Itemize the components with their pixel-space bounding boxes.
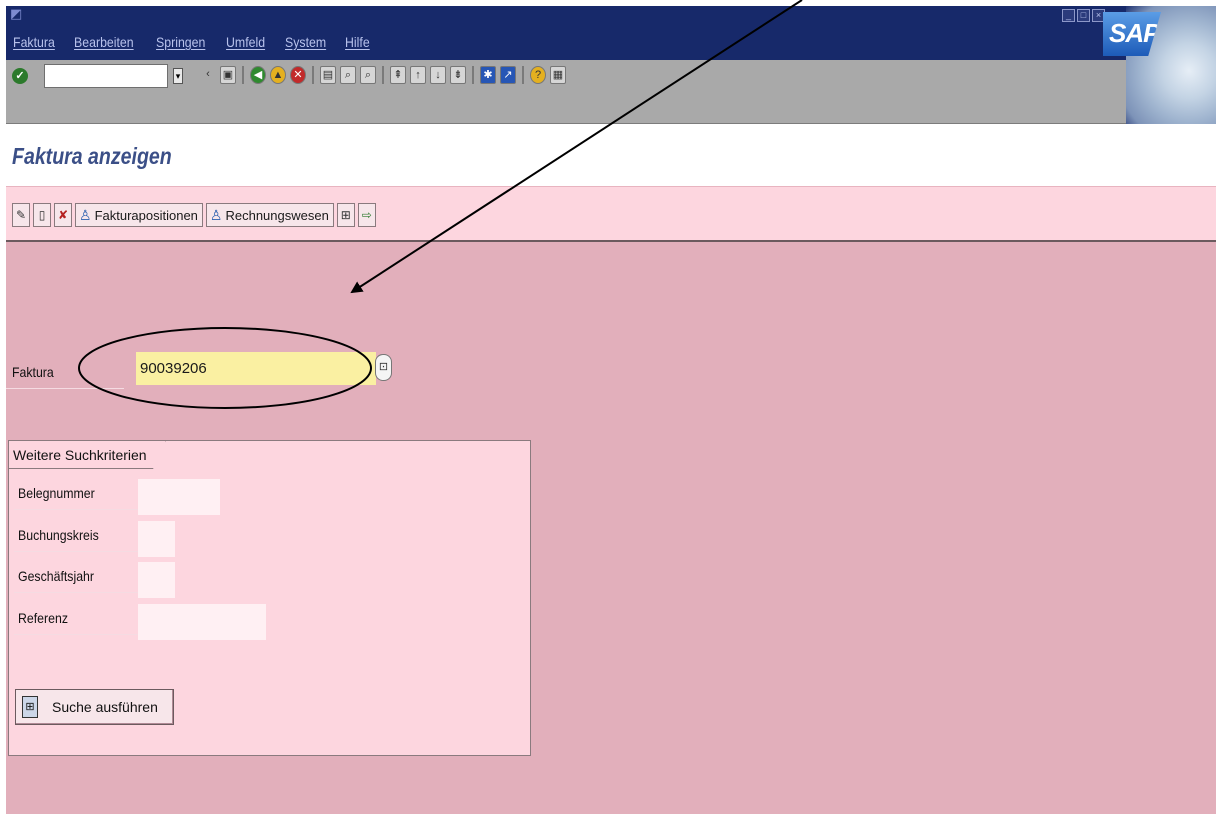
separator — [312, 66, 314, 84]
save-icon[interactable]: ▣ — [220, 66, 236, 84]
layout-menu-icon[interactable]: ▦ — [550, 66, 566, 84]
label-underline — [14, 551, 138, 552]
geschaeftsjahr-row: Geschäftsjahr — [14, 562, 334, 598]
menu-item-bearbeiten[interactable]: Bearbeiten — [67, 34, 139, 50]
cancel-icon[interactable]: ✕ — [290, 66, 306, 84]
search-execute-label: Suche ausführen — [52, 699, 158, 715]
value-help-icon[interactable]: ⊡ — [375, 354, 392, 381]
label-underline — [14, 509, 138, 510]
command-field[interactable] — [44, 64, 168, 88]
output-icon[interactable]: ⇨ — [357, 203, 376, 227]
belegnummer-label: Belegnummer — [18, 485, 95, 501]
page-title: Faktura anzeigen — [12, 143, 172, 169]
referenz-label: Referenz — [18, 610, 68, 626]
application-toolbar-buttons: ✎ ▯ ✘ ♙ Fakturapositionen ♙ Rechnungswes… — [12, 203, 376, 227]
menu-item-hilfe[interactable]: Hilfe — [338, 34, 375, 50]
separator — [472, 66, 474, 84]
label-underline — [14, 634, 138, 635]
minimize-icon[interactable]: _ — [1062, 9, 1075, 22]
document-flow-icon[interactable]: ⊞ — [336, 203, 355, 227]
geschaeftsjahr-input[interactable] — [138, 562, 175, 598]
fakturapositionen-label: Fakturapositionen — [94, 207, 198, 223]
referenz-input[interactable] — [138, 604, 266, 640]
new-document-icon[interactable]: ▯ — [33, 203, 51, 227]
fakturapositionen-button[interactable]: ♙ Fakturapositionen — [75, 203, 203, 227]
belegnummer-row: Belegnummer — [14, 479, 334, 515]
exit-icon[interactable]: ▲ — [270, 66, 286, 84]
create-session-icon[interactable]: ✱ — [480, 66, 496, 84]
menu-bar: ◩ Faktura Bearbeiten Springen Umfeld Sys… — [6, 6, 1216, 60]
referenz-row: Referenz — [14, 604, 334, 640]
faktura-label: Faktura — [12, 364, 54, 380]
help-icon[interactable]: ? — [530, 66, 546, 84]
search-execute-button[interactable]: ⊞ Suche ausführen — [15, 689, 174, 725]
find-next-icon[interactable]: ⌕ — [360, 66, 376, 84]
geschaeftsjahr-label: Geschäftsjahr — [18, 568, 95, 584]
separator — [522, 66, 524, 84]
find-icon[interactable]: ⌕ — [340, 66, 356, 84]
first-page-icon[interactable]: ⇞ — [390, 66, 406, 84]
next-page-icon[interactable]: ↓ — [430, 66, 446, 84]
window-controls: _ □ × — [1062, 9, 1105, 22]
person-icon: ♙ — [209, 206, 223, 223]
label-underline — [6, 388, 124, 389]
menu-item-system[interactable]: System — [278, 34, 331, 50]
command-history-icon[interactable]: ▾ — [173, 68, 183, 84]
label-underline — [14, 592, 138, 593]
sap-gui-window: ◩ Faktura Bearbeiten Springen Umfeld Sys… — [6, 6, 1216, 814]
menu-item-umfeld[interactable]: Umfeld — [219, 34, 270, 50]
confirm-icon[interactable]: ✓ — [12, 68, 28, 84]
faktura-input[interactable] — [136, 352, 376, 385]
pencil-icon[interactable]: ✎ — [12, 203, 30, 227]
back-icon[interactable]: ◀ — [250, 66, 266, 84]
previous-page-icon[interactable]: ↑ — [410, 66, 426, 84]
maximize-icon[interactable]: □ — [1077, 9, 1090, 22]
system-toolbar: ✓ ▾ ‹ ▣ ◀ ▲ ✕ ▤ ⌕ ⌕ ⇞ ↑ ↓ ⇟ ✱ ↗ ? ▦ — [6, 60, 1126, 124]
search-criteria-group: Weitere Suchkriterien Belegnummer Buchun… — [8, 440, 531, 756]
separator — [382, 66, 384, 84]
menu-item-faktura[interactable]: Faktura — [6, 34, 60, 50]
menu: Faktura Bearbeiten Springen Umfeld Syste… — [6, 28, 380, 56]
menu-item-springen[interactable]: Springen — [149, 34, 211, 50]
separator — [242, 66, 244, 84]
belegnummer-input[interactable] — [138, 479, 220, 515]
search-criteria-tab: Weitere Suchkriterien — [9, 441, 166, 469]
application-toolbar: ✎ ▯ ✘ ♙ Fakturapositionen ♙ Rechnungswes… — [6, 186, 1216, 242]
person-icon: ♙ — [79, 206, 92, 223]
main-area: Faktura ⊡ Weitere Suchkriterien Belegnum… — [6, 242, 1216, 814]
system-toolbar-icons: ‹ ▣ ◀ ▲ ✕ ▤ ⌕ ⌕ ⇞ ↑ ↓ ⇟ ✱ ↗ ? ▦ — [200, 66, 566, 84]
screen-title-bar: Faktura anzeigen — [6, 124, 1216, 186]
rechnungswesen-label: Rechnungswesen — [225, 207, 329, 223]
print-icon[interactable]: ▤ — [320, 66, 336, 84]
back-arrow-icon[interactable]: ‹ — [200, 66, 216, 84]
rechnungswesen-button[interactable]: ♙ Rechnungswesen — [205, 203, 334, 227]
cancel-document-icon[interactable]: ✘ — [54, 203, 72, 227]
system-menu-icon[interactable]: ◩ — [10, 6, 22, 22]
buchungskreis-label: Buchungskreis — [18, 527, 99, 543]
buchungskreis-row: Buchungskreis — [14, 521, 334, 557]
binoculars-icon: ⊞ — [22, 696, 38, 718]
last-page-icon[interactable]: ⇟ — [450, 66, 466, 84]
shortcut-icon[interactable]: ↗ — [500, 66, 516, 84]
buchungskreis-input[interactable] — [138, 521, 175, 557]
